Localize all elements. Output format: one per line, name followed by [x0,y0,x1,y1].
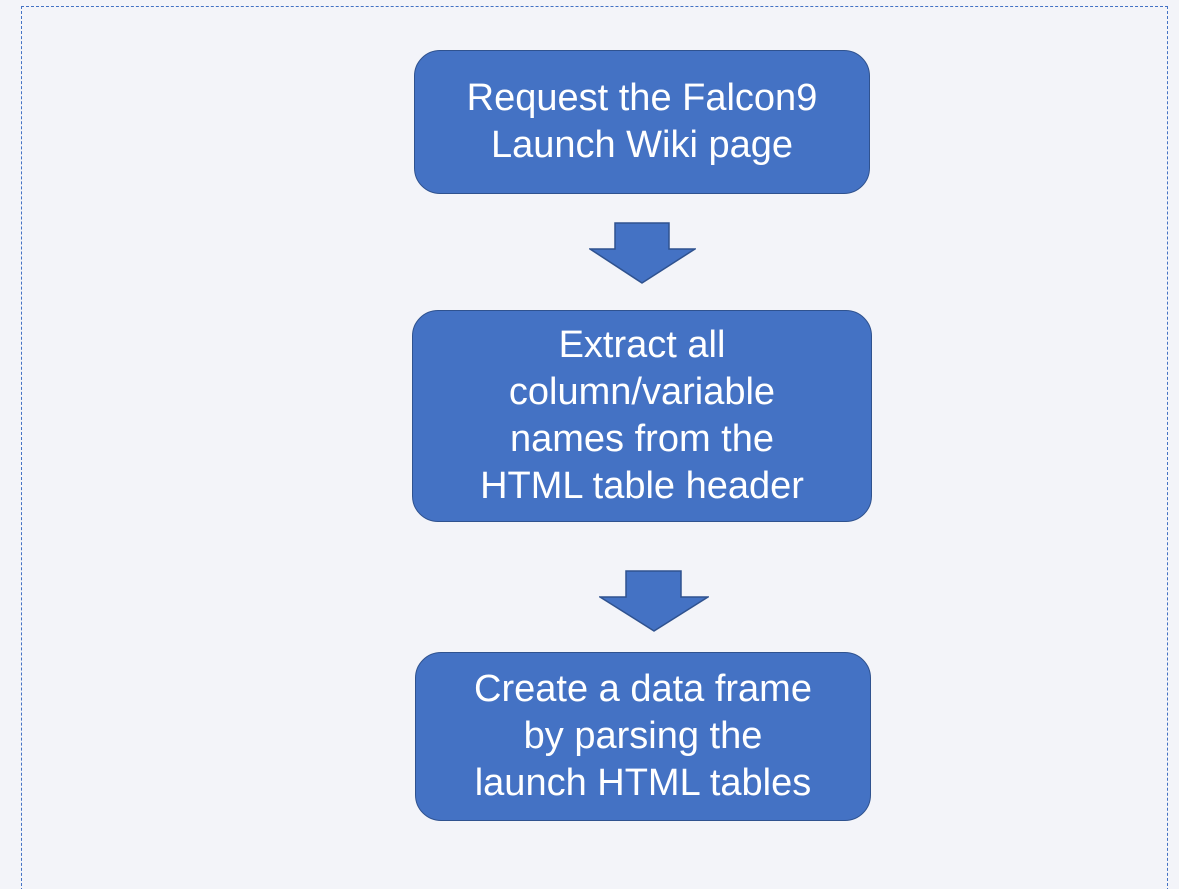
step-text-line: column/variable [508,371,776,413]
down-arrow-2 [599,570,709,632]
step-text-line: names from the [510,418,774,460]
step-text-line: Create a data frame [474,668,812,710]
step-text-line: Request the Falcon9 [466,77,818,119]
flowchart-canvas: Request the Falcon9 Launch Wiki page Ext… [0,0,1179,889]
step-text-line: by parsing the [523,715,763,757]
step-create-data-frame: Create a data frame by parsing the launc… [415,652,871,821]
step-text-line: Launch Wiki page [490,124,794,166]
down-arrow-1 [589,222,696,284]
step-request-wiki-page: Request the Falcon9 Launch Wiki page [414,50,870,194]
step-text-line: HTML table header [480,465,804,507]
step-text-line: Extract all [558,324,726,366]
step-extract-column-names: Extract all column/variable names from t… [412,310,872,522]
step-text-line: launch HTML tables [474,762,812,804]
